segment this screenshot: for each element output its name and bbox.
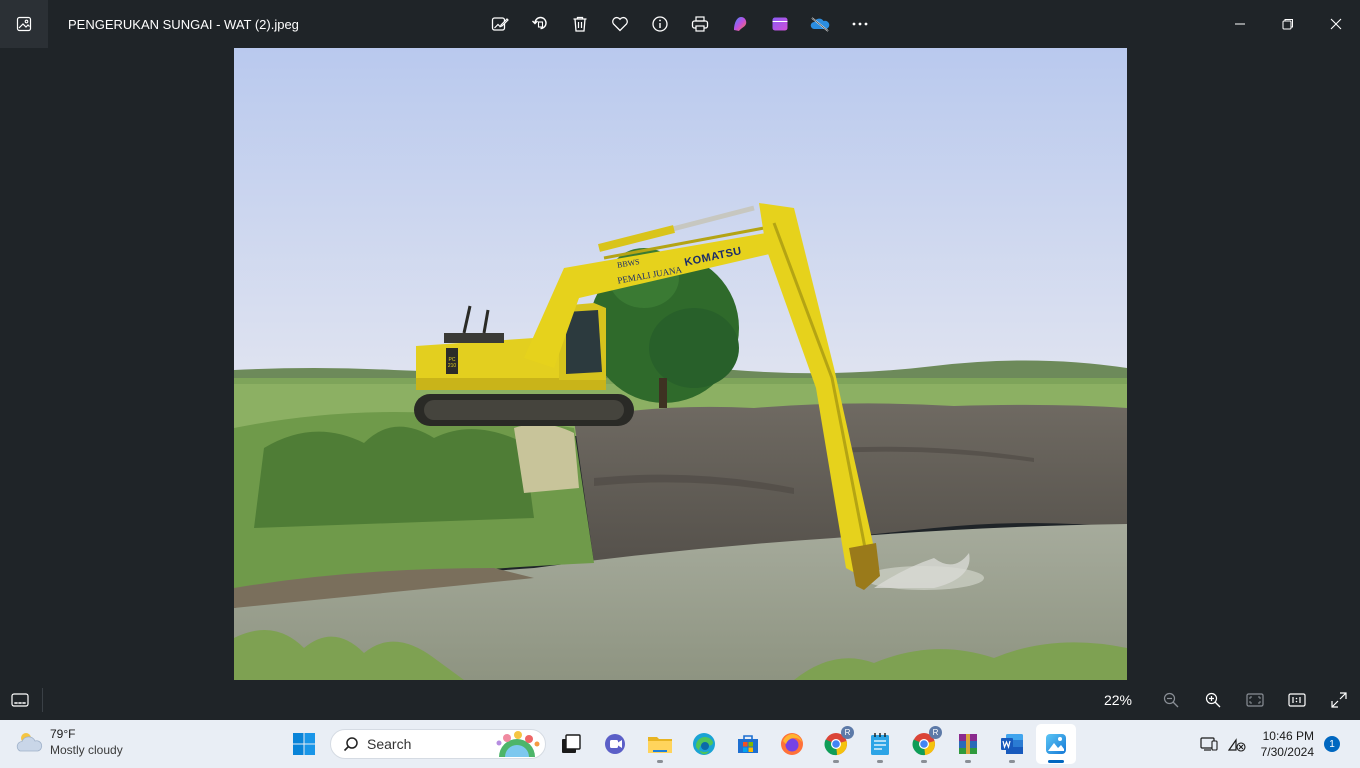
weather-desc: Mostly cloudy [50, 743, 123, 757]
restore-button[interactable] [1264, 0, 1312, 48]
image-viewer[interactable]: BBWS PEMALI JUANA KOMATSU PC 210 [0, 48, 1360, 680]
zoom-controls: 22% [1104, 680, 1360, 720]
actual-size-icon[interactable] [1276, 680, 1318, 720]
photo-canvas[interactable]: BBWS PEMALI JUANA KOMATSU PC 210 [234, 48, 1127, 680]
device-icon[interactable] [1195, 724, 1223, 764]
search-highlight-icon [496, 731, 540, 757]
clock-time: 10:46 PM [1262, 729, 1314, 743]
firefox-icon [781, 733, 803, 755]
taskbar-file-explorer[interactable] [640, 724, 680, 764]
task-view-icon [562, 734, 581, 753]
fit-to-window-icon[interactable] [1234, 680, 1276, 720]
zoom-in-icon[interactable] [1192, 680, 1234, 720]
start-button[interactable] [288, 728, 320, 760]
delete-icon[interactable] [560, 0, 600, 48]
taskbar-chrome-profile-2[interactable]: R [904, 724, 944, 764]
taskbar-chrome-profile-1[interactable]: R [816, 724, 856, 764]
taskbar-edge[interactable] [684, 724, 724, 764]
word-icon [1001, 734, 1023, 754]
weather-temp: 79°F [50, 727, 76, 741]
clock-date: 7/30/2024 [1260, 745, 1314, 759]
rotate-icon[interactable] [520, 0, 560, 48]
file-title: PENGERUKAN SUNGAI - WAT (2).jpeg [68, 16, 299, 32]
search-label: Search [367, 736, 412, 752]
network-offline-icon[interactable] [1223, 724, 1251, 764]
status-bar: 22% [0, 680, 1360, 720]
taskbar-photos[interactable] [1036, 724, 1076, 764]
copilot-icon[interactable] [720, 0, 760, 48]
more-icon[interactable] [840, 0, 880, 48]
taskbar-word[interactable] [992, 724, 1032, 764]
clipchamp-icon[interactable] [760, 0, 800, 48]
favorite-icon[interactable] [600, 0, 640, 48]
taskbar-teams-meet[interactable] [596, 724, 636, 764]
onedrive-icon[interactable] [800, 0, 840, 48]
divider [42, 688, 43, 712]
zoom-out-icon[interactable] [1150, 680, 1192, 720]
taskbar-firefox[interactable] [772, 724, 812, 764]
taskbar-search[interactable]: Search [330, 729, 546, 759]
info-icon[interactable] [640, 0, 680, 48]
taskbar-winrar[interactable] [948, 724, 988, 764]
notepad-icon [871, 733, 889, 755]
notification-badge[interactable]: 1 [1324, 736, 1340, 752]
edge-browser-icon [693, 733, 715, 755]
running-indicator [921, 760, 927, 763]
running-indicator [1048, 760, 1064, 763]
running-indicator [657, 760, 663, 763]
store-icon [738, 735, 758, 753]
system-tray: 10:46 PM 7/30/2024 1 [1195, 720, 1360, 768]
cloudy-weather-icon [16, 733, 43, 752]
filmstrip-button[interactable] [0, 680, 40, 720]
taskbar-notepad[interactable] [860, 724, 900, 764]
close-button[interactable] [1312, 0, 1360, 48]
running-indicator [1009, 760, 1015, 763]
task-view-button[interactable] [551, 724, 591, 764]
image-toolbar [480, 0, 880, 48]
clock[interactable]: 10:46 PM 7/30/2024 [1261, 728, 1314, 760]
zoom-level[interactable]: 22% [1104, 692, 1132, 708]
folder-icon [648, 737, 672, 753]
profile-badge: R [929, 726, 942, 739]
running-indicator [833, 760, 839, 763]
taskbar-store[interactable] [728, 724, 768, 764]
weather-widget[interactable]: 79°F Mostly cloudy [14, 726, 123, 758]
taskbar: 79°F Mostly cloudy Search R R 10:46 PM 7… [0, 720, 1360, 768]
windows-logo-icon [293, 733, 315, 755]
photos-app-icon[interactable] [0, 0, 48, 48]
print-icon[interactable] [680, 0, 720, 48]
title-bar: PENGERUKAN SUNGAI - WAT (2).jpeg [0, 0, 1360, 48]
fullscreen-icon[interactable] [1318, 680, 1360, 720]
photos-icon [1046, 734, 1066, 754]
window-controls [1216, 0, 1360, 48]
video-meet-icon [605, 734, 625, 754]
excavator-model: PC 210 [447, 357, 457, 369]
edit-image-icon[interactable] [480, 0, 520, 48]
running-indicator [877, 760, 883, 763]
running-indicator [965, 760, 971, 763]
minimize-button[interactable] [1216, 0, 1264, 48]
profile-badge: R [841, 726, 854, 739]
search-icon [343, 737, 358, 752]
winrar-icon [959, 734, 977, 754]
